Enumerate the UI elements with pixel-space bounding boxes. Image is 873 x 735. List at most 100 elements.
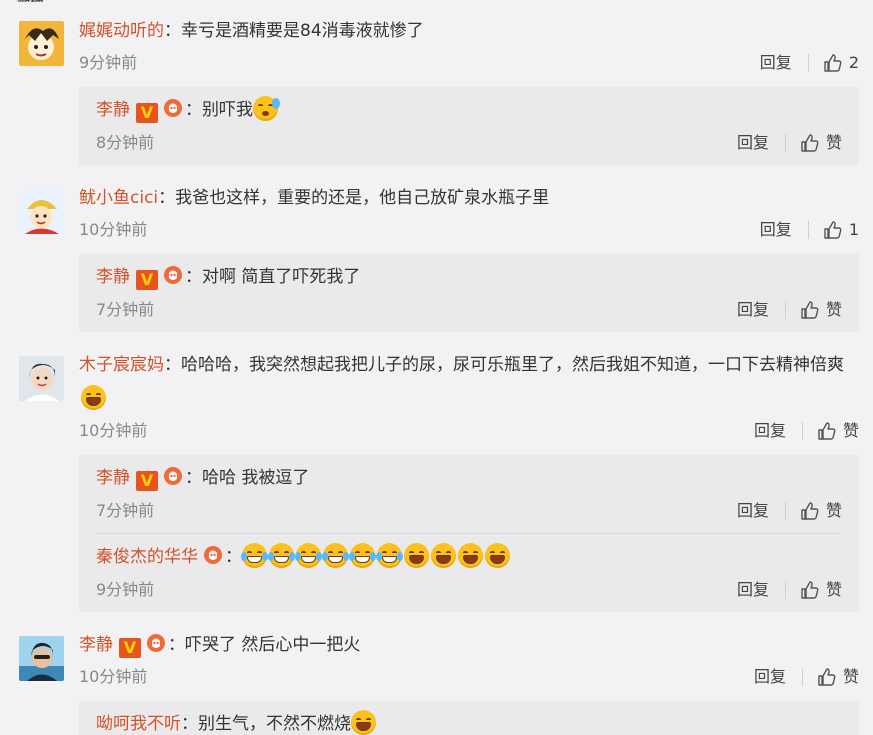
comment-time: 10分钟前 — [79, 220, 148, 239]
thumbs-up-icon — [824, 54, 842, 72]
comment-text: 吓哭了 然后心中一把火 — [185, 635, 361, 655]
reply-panel: 呦呵我不听：别生气，不然不燃烧 — [79, 701, 859, 735]
reply-body: 李静 V ：哈哈 我被逗了 — [96, 461, 842, 495]
comment-actions: 回复 赞 — [754, 667, 859, 687]
avatar[interactable] — [19, 189, 64, 234]
fan-badge-icon — [204, 546, 222, 564]
comment-text: 幸亏是酒精要是84消毒液就惨了 — [181, 21, 424, 41]
comment-body: 娓娓动听的：幸亏是酒精要是84消毒液就惨了 — [79, 21, 424, 41]
thumbs-up-icon[interactable] — [800, 133, 820, 153]
username-link[interactable]: 李静 — [96, 267, 130, 287]
reply-text: 哈哈 我被逗了 — [202, 468, 310, 488]
username-link[interactable]: 李静 — [79, 635, 113, 655]
reply-text: 别吓我 — [202, 100, 253, 120]
grin-emoji-icon — [485, 543, 510, 568]
reply-body: 呦呵我不听：别生气，不然不燃烧 — [96, 707, 842, 735]
reply-button[interactable]: 回复 — [737, 133, 769, 153]
grin-emoji-icon — [458, 543, 483, 568]
reply-button[interactable]: 回复 — [737, 580, 769, 600]
comment-body: 李静 V ：吓哭了 然后心中一把火 — [79, 628, 859, 662]
reply-button[interactable]: 回复 — [760, 53, 792, 73]
divider — [784, 502, 786, 520]
like-count: 1 — [848, 220, 859, 239]
username-link[interactable]: 秦俊杰的华华 — [96, 547, 198, 567]
comment-time: 10分钟前 — [79, 667, 148, 686]
reply-body: 李静 V ：对啊 简直了吓死我了 — [96, 260, 842, 294]
like-count: 2 — [848, 53, 859, 72]
fan-badge-icon — [164, 99, 182, 117]
like-button[interactable]: 赞 — [826, 300, 842, 320]
reply-divider — [96, 533, 842, 534]
avatar[interactable] — [19, 21, 64, 66]
thumbs-up-icon[interactable] — [817, 421, 837, 441]
comment-actions: 回复 1 — [760, 220, 859, 240]
avatar[interactable] — [19, 636, 64, 681]
divider — [807, 54, 809, 72]
divider — [801, 422, 803, 440]
like-button[interactable]: 赞 — [826, 133, 842, 153]
divider — [801, 668, 803, 686]
laugh-cry-emoji-icon — [349, 543, 376, 568]
comment-body: 木子宸宸妈：哈哈哈，我突然想起我把儿子的尿，尿可乐瓶里了，然后我姐不知道，一口下… — [79, 348, 859, 416]
reply-button[interactable]: 回复 — [754, 667, 786, 687]
comment-actions: 回复 2 — [760, 53, 859, 73]
username-link[interactable]: 呦呵我不听 — [96, 714, 181, 734]
laugh-cry-emoji-icon — [376, 543, 403, 568]
thumbs-up-icon[interactable] — [800, 580, 820, 600]
reply-text: 别生气，不然不燃烧 — [198, 714, 351, 734]
comment-body: 鱿小鱼cici：我爸也这样，重要的还是，他自己放矿泉水瓶子里 — [79, 188, 550, 208]
comment-text: 哈哈哈，我突然想起我把儿子的尿，尿可乐瓶里了，然后我姐不知道，一口下去精神倍爽 — [181, 355, 844, 375]
verified-badge-icon: V — [136, 103, 158, 123]
laugh-cry-emoji-icon — [268, 543, 295, 568]
reply-button[interactable]: 回复 — [754, 421, 786, 441]
verified-badge-icon: V — [136, 270, 158, 290]
username-link[interactable]: 李静 — [96, 100, 130, 120]
reply-panel: 李静 V ：别吓我 8分钟前 回复 赞 — [79, 87, 859, 165]
divider — [807, 221, 809, 239]
username-link[interactable]: 娓娓动听的 — [79, 21, 164, 41]
thumbs-up-icon[interactable] — [817, 667, 837, 687]
crying-emoji-icon — [351, 710, 376, 735]
like-button[interactable]: 1 — [823, 220, 859, 240]
reply-panel: 李静 V ：对啊 简直了吓死我了 7分钟前 回复 赞 — [79, 254, 859, 332]
fan-badge-icon — [164, 467, 182, 485]
comment-time: 10分钟前 — [79, 421, 148, 440]
thumbs-up-icon[interactable] — [800, 300, 820, 320]
verified-badge-icon: V — [119, 638, 141, 658]
reply-panel: 李静 V ：哈哈 我被逗了 7分钟前 回复 赞 秦俊杰的华华： 9分钟前 回复 赞 — [79, 455, 859, 612]
avatar[interactable] — [19, 356, 64, 401]
reply-time: 7分钟前 — [96, 501, 155, 520]
divider — [784, 301, 786, 319]
username-link[interactable]: 鱿小鱼cici — [79, 188, 158, 208]
like-button[interactable]: 赞 — [826, 580, 842, 600]
grin-emoji-icon — [81, 385, 106, 410]
comment-time: 9分钟前 — [79, 53, 138, 72]
laugh-cry-emoji-icon — [241, 543, 268, 568]
reply-text: 对啊 简直了吓死我了 — [202, 267, 361, 287]
reply-actions: 回复 赞 — [737, 501, 842, 521]
grin-emoji-icon — [404, 543, 429, 568]
reply-button[interactable]: 回复 — [737, 501, 769, 521]
like-button[interactable]: 赞 — [843, 667, 859, 687]
reply-button[interactable]: 回复 — [737, 300, 769, 320]
username-link[interactable]: 木子宸宸妈 — [79, 355, 164, 375]
fan-badge-icon — [164, 266, 182, 284]
like-button[interactable]: 赞 — [843, 421, 859, 441]
reply-time: 8分钟前 — [96, 133, 155, 152]
reply-body: 李静 V ：别吓我 — [96, 93, 842, 127]
reply-button[interactable]: 回复 — [760, 220, 792, 240]
thumbs-up-icon — [824, 221, 842, 239]
reply-actions: 回复 赞 — [737, 133, 842, 153]
fan-badge-icon — [147, 634, 165, 652]
laugh-cry-emoji-icon — [295, 543, 322, 568]
reply-time: 9分钟前 — [96, 580, 155, 599]
grin-emoji-icon — [431, 543, 456, 568]
thumbs-up-icon[interactable] — [800, 501, 820, 521]
cut-off-text: 微博 — [16, 0, 56, 2]
like-button[interactable]: 赞 — [826, 501, 842, 521]
laugh-cry-emoji-icon — [322, 543, 349, 568]
comment-actions: 回复 赞 — [754, 421, 859, 441]
reply-actions: 回复 赞 — [737, 300, 842, 320]
like-button[interactable]: 2 — [823, 53, 859, 73]
username-link[interactable]: 李静 — [96, 468, 130, 488]
